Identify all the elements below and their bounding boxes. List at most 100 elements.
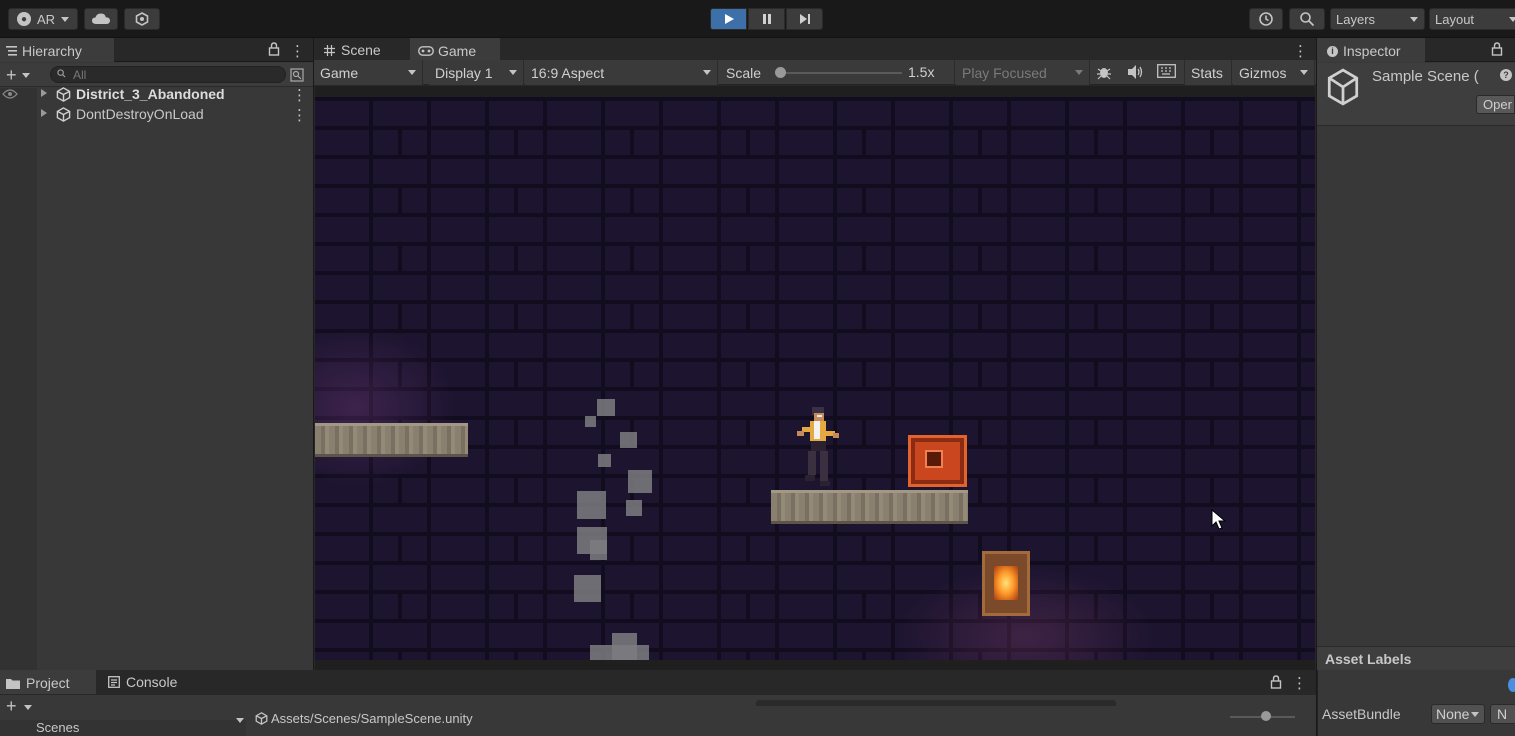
folder-tree-item-label[interactable]: Scenes — [36, 720, 79, 735]
scale-slider[interactable] — [780, 72, 902, 74]
help-icon[interactable]: ? — [1500, 69, 1512, 81]
tab-project[interactable]: Project — [0, 670, 96, 694]
unity-scene-icon — [1326, 68, 1360, 106]
smoke-particle — [585, 416, 596, 427]
letterbox-bottom — [315, 660, 1315, 670]
kebab-menu-icon[interactable]: ⋮ — [292, 106, 307, 124]
display-label: Display 1 — [435, 64, 493, 81]
collab-button[interactable] — [124, 8, 160, 30]
account-dropdown[interactable]: ● AR — [8, 8, 78, 30]
step-button[interactable] — [786, 8, 823, 30]
inspector-tabstrip: i Inspector — [1317, 38, 1515, 62]
unity-scene-icon — [56, 107, 71, 122]
lock-icon[interactable] — [1491, 42, 1503, 56]
tab-scene[interactable]: Scene — [316, 38, 410, 62]
chevron-down-icon — [408, 70, 416, 75]
hierarchy-item[interactable]: DontDestroyOnLoad ⋮ — [0, 105, 313, 124]
chevron-down-icon[interactable] — [236, 718, 244, 723]
play-mode-label: Play Focused — [962, 64, 1047, 81]
kebab-menu-icon[interactable]: ⋮ — [292, 86, 307, 104]
step-forward-icon — [799, 13, 811, 25]
lock-icon[interactable] — [1270, 675, 1282, 689]
layout-dropdown[interactable]: Layout — [1429, 8, 1515, 30]
label-tag-icon[interactable] — [1508, 678, 1515, 692]
center-tabstrip: Scene Game ⋮ — [314, 38, 1316, 62]
hierarchy-search-input[interactable]: All — [50, 66, 286, 83]
grid-icon — [324, 44, 335, 56]
play-button[interactable] — [710, 8, 747, 30]
keyboard-shortcuts-icon[interactable] — [1157, 64, 1176, 78]
scale-slider-thumb[interactable] — [775, 67, 786, 78]
open-button[interactable]: Oper — [1476, 95, 1515, 114]
expand-arrow-icon[interactable] — [40, 108, 48, 118]
ambient-glow — [315, 327, 455, 487]
smoke-particle — [620, 432, 637, 448]
chevron-down-icon — [1509, 16, 1515, 22]
console-tab-label: Console — [126, 674, 178, 690]
icon-size-slider-thumb[interactable] — [1261, 711, 1271, 721]
display-dropdown[interactable]: Display 1 — [429, 60, 524, 85]
account-label: AR — [36, 11, 56, 27]
project-search-input[interactable] — [756, 700, 1116, 706]
tab-game[interactable]: Game — [410, 38, 500, 62]
hierarchy-panel: Hierarchy ⋮ + All District_3_Abandoned ⋮… — [0, 38, 313, 670]
smoke-particle — [590, 540, 607, 560]
assetbundle-dropdown[interactable]: None — [1431, 704, 1485, 724]
cloud-button[interactable] — [84, 8, 118, 30]
inspector-title: Sample Scene ( — [1372, 68, 1479, 85]
chevron-down-icon[interactable] — [22, 73, 30, 78]
smoke-particle — [628, 470, 652, 493]
inspector-panel: i Inspector Sample Scene ( ? Oper Asset … — [1317, 38, 1515, 670]
variant-dropdown[interactable]: N — [1490, 704, 1515, 724]
asset-labels-header[interactable]: Asset Labels — [1317, 646, 1515, 670]
chevron-down-icon[interactable] — [24, 705, 32, 710]
info-icon: i — [1327, 45, 1338, 57]
bug-icon[interactable] — [1096, 64, 1112, 80]
wall-lantern — [982, 551, 1030, 616]
game-view[interactable] — [315, 97, 1315, 660]
gamepad-icon — [418, 46, 434, 56]
eye-icon[interactable] — [2, 88, 18, 100]
visibility-gutter — [0, 88, 37, 670]
kebab-menu-icon[interactable]: ⋮ — [1292, 674, 1307, 692]
audio-mute-icon[interactable] — [1127, 64, 1144, 80]
inspector-header: Sample Scene ( ? Oper — [1317, 63, 1515, 126]
layers-dropdown[interactable]: Layers — [1330, 8, 1425, 30]
pause-button[interactable] — [748, 8, 785, 30]
crate-emblem — [925, 450, 943, 468]
tab-console[interactable]: Console — [100, 670, 196, 694]
play-mode-dropdown[interactable]: Play Focused — [956, 60, 1090, 85]
game-mode-dropdown[interactable]: Game — [314, 60, 423, 85]
breadcrumb-path[interactable]: Assets/Scenes/SampleScene.unity — [271, 711, 473, 726]
player-character — [793, 405, 843, 487]
smoke-particle — [598, 454, 611, 467]
cloud-icon — [92, 13, 110, 25]
lock-icon[interactable] — [268, 42, 280, 56]
chevron-down-icon — [703, 70, 711, 75]
kebab-menu-icon[interactable]: ⋮ — [290, 42, 305, 60]
tab-inspector[interactable]: i Inspector — [1317, 38, 1425, 62]
smoke-particle — [626, 500, 642, 516]
scale-value: 1.5x — [908, 64, 935, 80]
play-icon — [723, 13, 735, 25]
history-button[interactable] — [1249, 8, 1283, 30]
tab-hierarchy[interactable]: Hierarchy — [0, 38, 114, 62]
search-icon — [1299, 11, 1315, 27]
smoke-particle — [597, 399, 615, 416]
add-icon[interactable]: + — [6, 696, 17, 717]
aspect-dropdown[interactable]: 16:9 Aspect — [525, 60, 718, 85]
inspector-tab-label: Inspector — [1343, 43, 1401, 59]
assetbundle-label: AssetBundle — [1322, 706, 1401, 722]
account-icon: ● — [16, 12, 31, 26]
breakable-crate — [908, 435, 967, 487]
stats-button[interactable]: Stats — [1184, 60, 1232, 85]
search-options-icon[interactable] — [290, 68, 304, 82]
search-button[interactable] — [1289, 8, 1325, 30]
add-icon[interactable]: + — [6, 65, 17, 86]
gizmos-dropdown[interactable]: Gizmos — [1233, 60, 1315, 85]
hierarchy-item[interactable]: District_3_Abandoned ⋮ — [0, 85, 313, 104]
expand-arrow-icon[interactable] — [40, 88, 48, 98]
brick-pattern — [315, 97, 1315, 660]
kebab-menu-icon[interactable]: ⋮ — [1293, 42, 1308, 60]
scale-label: Scale — [726, 64, 762, 81]
